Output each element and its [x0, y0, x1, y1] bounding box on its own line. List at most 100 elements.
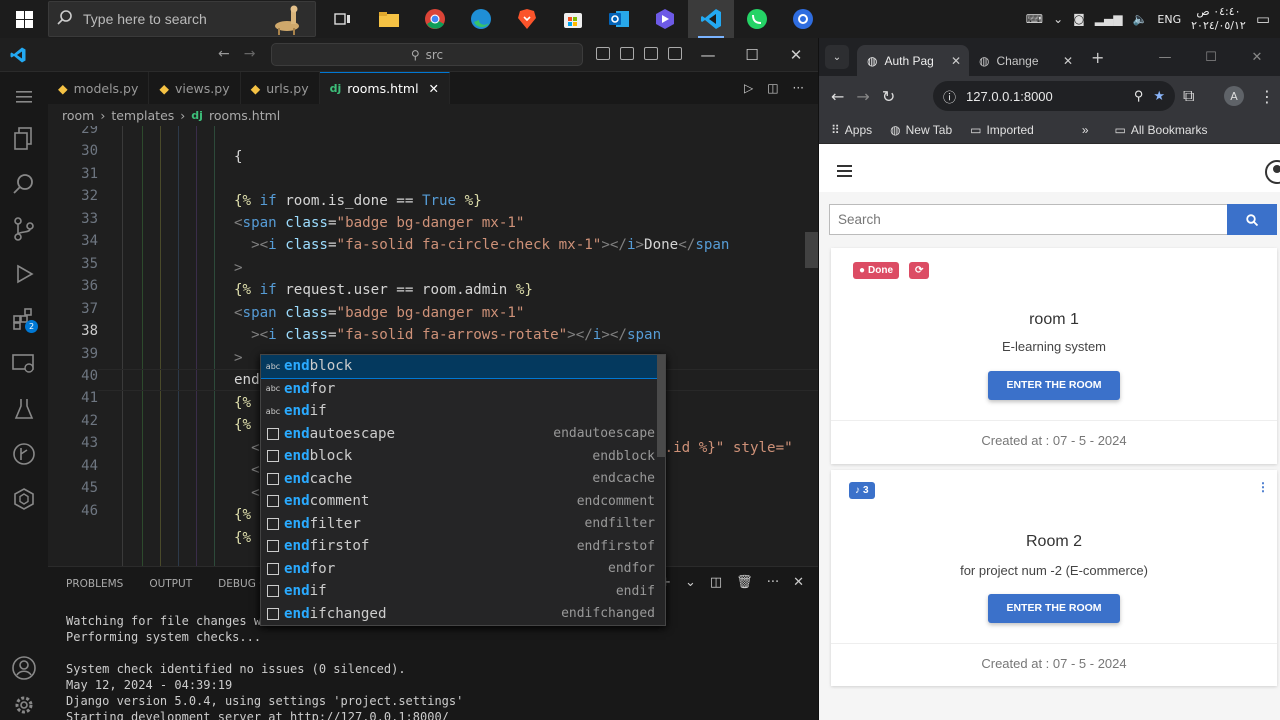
- refresh-badge[interactable]: ⟳: [909, 262, 930, 279]
- tab-search-chevron-icon[interactable]: ⌄: [825, 45, 849, 69]
- reload-icon[interactable]: ↻: [882, 87, 895, 106]
- nav-back-arrow-icon[interactable]: ←: [218, 46, 230, 62]
- whatsapp-icon[interactable]: [734, 0, 780, 38]
- close-icon[interactable]: ✕: [774, 38, 818, 72]
- browser-tab-auth[interactable]: ◍ Auth Pag ✕: [857, 45, 969, 76]
- menu-icon[interactable]: [0, 78, 48, 116]
- bookmark-new-tab[interactable]: ◍ New Tab: [890, 123, 952, 137]
- code-line-38[interactable]: end: [234, 369, 261, 392]
- zoom-icon[interactable]: ⚲: [1134, 88, 1144, 104]
- split-terminal-icon[interactable]: ◫: [710, 575, 722, 590]
- close-icon[interactable]: ✕: [1063, 54, 1073, 68]
- more-actions-icon[interactable]: ···: [793, 81, 804, 95]
- maximize-icon[interactable]: ☐: [730, 38, 774, 72]
- edge-icon[interactable]: [458, 0, 504, 38]
- run-debug-icon[interactable]: [0, 251, 48, 296]
- suggestion-item[interactable]: abc end for: [261, 378, 665, 401]
- editor-scrollbar[interactable]: [804, 126, 818, 566]
- tab-models-py[interactable]: ◆ models.py: [48, 72, 150, 104]
- run-icon[interactable]: ▷: [744, 81, 753, 95]
- hamburger-menu-icon[interactable]: [837, 164, 853, 181]
- suggestion-item[interactable]: abc end if: [261, 400, 665, 423]
- suggestion-item[interactable]: abc end block: [261, 355, 665, 379]
- split-editor-icon[interactable]: ◫: [767, 81, 778, 95]
- git-graph-icon[interactable]: [0, 431, 48, 476]
- meet-now-icon[interactable]: ◙: [1073, 12, 1085, 26]
- file-explorer-icon[interactable]: [366, 0, 412, 38]
- suggestion-item[interactable]: end firstof endfirstof: [261, 535, 665, 558]
- tab-problems[interactable]: PROBLEMS: [66, 578, 123, 590]
- breadcrumb-item[interactable]: room: [62, 108, 94, 123]
- microsoft-store-icon[interactable]: [550, 0, 596, 38]
- suggestion-item[interactable]: end ifchanged endifchanged: [261, 603, 665, 626]
- close-panel-icon[interactable]: ✕: [793, 575, 804, 590]
- scrollbar-thumb[interactable]: [805, 232, 818, 268]
- autocomplete-suggestions[interactable]: abc end block abc end for abc end if end autoescap…: [260, 354, 666, 626]
- taskbar-search-box[interactable]: Type here to search: [48, 1, 316, 37]
- manage-gear-icon[interactable]: [0, 690, 48, 720]
- address-bar[interactable]: ⓘ 127.0.0.1:8000 ⚲ ★: [933, 81, 1175, 111]
- suggestion-item[interactable]: end cache endcache: [261, 468, 665, 491]
- back-arrow-icon[interactable]: ←: [831, 87, 844, 106]
- docker-icon[interactable]: [0, 476, 48, 521]
- testing-icon[interactable]: [0, 386, 48, 431]
- volume-icon[interactable]: 🔈: [1132, 12, 1147, 26]
- keyboard-icon[interactable]: ⌨: [1026, 12, 1043, 26]
- tab-views-py[interactable]: ◆ views.py: [149, 72, 241, 104]
- profile-avatar[interactable]: A: [1224, 86, 1244, 106]
- minimize-icon[interactable]: —: [1142, 38, 1188, 76]
- user-profile-icon[interactable]: [1265, 160, 1280, 187]
- tab-urls-py[interactable]: ◆ urls.py: [241, 72, 320, 104]
- remote-explorer-icon[interactable]: [0, 341, 48, 386]
- suggestion-item[interactable]: end block endblock: [261, 445, 665, 468]
- browser-tab-change[interactable]: ◍ Change ✕: [969, 45, 1081, 76]
- close-icon[interactable]: ✕: [429, 81, 439, 96]
- enter-room-button[interactable]: ENTER THE ROOM: [988, 594, 1120, 623]
- terminal-output[interactable]: Watching for file changes with Performing…: [66, 613, 463, 720]
- account-icon[interactable]: [0, 645, 48, 690]
- outlook-icon[interactable]: [596, 0, 642, 38]
- bookmark-star-icon[interactable]: ★: [1153, 88, 1165, 104]
- suggestion-item[interactable]: end comment endcomment: [261, 490, 665, 513]
- tab-output[interactable]: OUTPUT: [149, 578, 192, 590]
- nav-forward-arrow-icon[interactable]: →: [244, 46, 256, 62]
- suggestion-item[interactable]: end if endif: [261, 580, 665, 603]
- card-more-options-icon[interactable]: ⋮: [1257, 480, 1269, 494]
- copilot-icon[interactable]: [642, 0, 688, 38]
- toggle-sidebar-icon[interactable]: [596, 47, 610, 60]
- toggle-secondary-sidebar-icon[interactable]: [644, 47, 658, 60]
- more-actions-icon[interactable]: ···: [767, 575, 779, 590]
- chevron-up-icon[interactable]: ⌄: [1053, 12, 1063, 26]
- more-bookmarks-chevron-icon[interactable]: »: [1082, 123, 1089, 137]
- bookmark-imported[interactable]: ▭ Imported: [970, 123, 1034, 137]
- notification-icon[interactable]: ▭: [1256, 10, 1270, 28]
- language-indicator[interactable]: ENG: [1157, 13, 1181, 26]
- chrome-icon[interactable]: [412, 0, 458, 38]
- minimize-icon[interactable]: —: [686, 38, 730, 72]
- chevron-down-icon[interactable]: ⌄: [685, 575, 696, 590]
- toggle-panel-icon[interactable]: [620, 47, 634, 60]
- breadcrumb-item[interactable]: rooms.html: [209, 108, 280, 123]
- forward-arrow-icon[interactable]: →: [856, 87, 869, 106]
- source-control-icon[interactable]: [0, 206, 48, 251]
- explorer-icon[interactable]: [0, 116, 48, 161]
- bookmark-all[interactable]: ▭ All Bookmarks: [1115, 123, 1208, 137]
- browser-menu-icon[interactable]: ⋮: [1259, 87, 1275, 106]
- command-center[interactable]: ⚲ src: [271, 43, 583, 66]
- vscode-taskbar-icon[interactable]: [688, 0, 734, 38]
- windows-start-icon[interactable]: [0, 0, 48, 38]
- suggestion-item[interactable]: end for endfor: [261, 558, 665, 581]
- search-button[interactable]: [1227, 204, 1277, 235]
- tab-rooms-html[interactable]: dj rooms.html ✕: [319, 72, 451, 104]
- bookmark-apps[interactable]: ⠿ Apps: [831, 123, 872, 137]
- brave-icon[interactable]: [504, 0, 550, 38]
- network-icon[interactable]: ▂▄▆: [1095, 12, 1123, 26]
- close-icon[interactable]: ✕: [1234, 38, 1280, 76]
- extensions-icon[interactable]: 2: [0, 296, 48, 341]
- customize-layout-icon[interactable]: [668, 47, 682, 60]
- close-icon[interactable]: ✕: [951, 54, 961, 68]
- site-info-icon[interactable]: ⓘ: [943, 87, 956, 106]
- extensions-puzzle-icon[interactable]: ⧉: [1183, 86, 1194, 106]
- room-search-input[interactable]: Search: [829, 204, 1227, 235]
- suggestion-item[interactable]: end filter endfilter: [261, 513, 665, 536]
